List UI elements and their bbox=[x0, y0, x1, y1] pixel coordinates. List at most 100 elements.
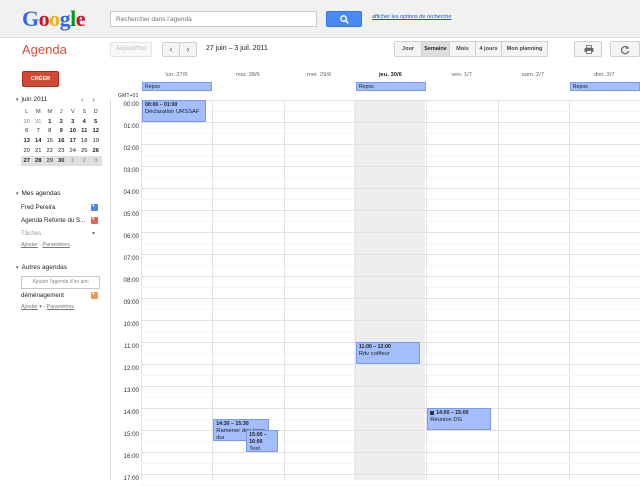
mini-calendar-day[interactable]: 28 bbox=[32, 155, 44, 166]
hour-label: 01:00 bbox=[123, 123, 139, 130]
calendar-item-demenagement[interactable]: déménagement bbox=[21, 292, 97, 299]
calendar-item-agenda-refonte[interactable]: Agenda Refonte du S... bbox=[21, 217, 97, 224]
mini-calendar-day[interactable]: 26 bbox=[90, 146, 102, 156]
mini-calendar-day[interactable]: 2 bbox=[78, 155, 90, 166]
event-title: Déclaration URSSAF bbox=[145, 109, 200, 115]
my-calendars-header[interactable]: ▼ Mes agendas bbox=[15, 190, 61, 197]
calendar-item-tasks[interactable]: Tâches bbox=[21, 230, 97, 237]
calendar-event[interactable]: 14:00 – 15:00 Réunion DG bbox=[427, 408, 492, 430]
mini-calendar-prev-button[interactable]: ‹ bbox=[81, 95, 84, 104]
day-column-divider bbox=[568, 100, 570, 480]
day-column-divider bbox=[497, 100, 499, 480]
mini-calendar-day[interactable]: 5 bbox=[90, 117, 102, 127]
all-day-event[interactable]: Repos bbox=[355, 82, 426, 91]
mini-calendar-day[interactable]: 22 bbox=[44, 146, 56, 156]
view-tab-jour[interactable]: Jour bbox=[394, 41, 422, 57]
google-logo[interactable]: Google bbox=[22, 7, 86, 31]
add-other-calendar-link[interactable]: Ajouter bbox=[21, 304, 38, 310]
mini-calendar-day[interactable]: 13 bbox=[21, 136, 33, 146]
hour-label: 15:00 bbox=[123, 431, 139, 438]
create-event-button[interactable]: CRÉER bbox=[22, 71, 59, 87]
mini-calendar-title[interactable]: ▼ juin 2011 bbox=[15, 96, 47, 103]
mini-calendar-day[interactable]: 19 bbox=[90, 136, 102, 146]
other-calendar-settings-link[interactable]: Paramètres bbox=[47, 304, 74, 310]
calendar-settings-link[interactable]: Paramètres bbox=[43, 242, 70, 248]
calendar-event[interactable]: 11:00 – 12:00 Rdv coiffeur bbox=[355, 342, 420, 364]
search-button[interactable] bbox=[326, 11, 362, 27]
calendar-event[interactable]: 00:00 – 01:00 Déclaration URSSAF bbox=[142, 100, 206, 122]
hour-label: 13:00 bbox=[123, 387, 139, 394]
view-tab-4-jours[interactable]: 4 jours bbox=[476, 41, 502, 57]
mini-calendar-day[interactable]: 24 bbox=[67, 146, 79, 156]
other-calendars-header[interactable]: ▼ Autres agendas bbox=[15, 264, 67, 271]
day-header[interactable]: mer. 29/6 bbox=[284, 72, 355, 78]
mini-calendar-day[interactable]: 3 bbox=[90, 155, 102, 166]
mini-calendar-day[interactable]: 8 bbox=[44, 127, 56, 137]
calendar-item-fred-pereira[interactable]: Fred Pereira bbox=[21, 204, 97, 211]
mini-calendar-day[interactable]: 25 bbox=[79, 146, 91, 156]
view-tab-mon-planning[interactable]: Mon planning bbox=[502, 41, 548, 57]
refresh-button[interactable] bbox=[610, 41, 640, 57]
day-header[interactable]: ven. 1/7 bbox=[426, 72, 497, 78]
week-grid[interactable]: GMT+01 lun. 27/6 mar. 28/6 mer. 29/6 jeu. 3… bbox=[110, 60, 640, 486]
mini-calendar-day[interactable]: 14 bbox=[33, 136, 45, 146]
mini-calendar-day[interactable]: 18 bbox=[79, 136, 91, 146]
weekday-label: L bbox=[25, 108, 29, 115]
day-header[interactable]: sam. 2/7 bbox=[498, 72, 569, 78]
all-day-event[interactable]: Repos bbox=[569, 82, 640, 91]
add-calendar-link[interactable]: Ajouter bbox=[21, 242, 38, 248]
today-button[interactable]: Aujourd'hui bbox=[110, 42, 152, 57]
tasks-dropdown-icon[interactable]: ▾ bbox=[92, 230, 95, 237]
mini-calendar-day[interactable]: 16 bbox=[56, 136, 68, 146]
view-tab-semaine[interactable]: Semaine bbox=[422, 41, 450, 57]
mini-calendar-day[interactable]: 17 bbox=[67, 136, 79, 146]
day-header[interactable]: mar. 28/6 bbox=[212, 72, 283, 78]
mini-calendar-day[interactable]: 9 bbox=[56, 127, 68, 137]
mini-calendar-day[interactable]: 6 bbox=[21, 127, 33, 137]
mini-calendar-day[interactable]: 1 bbox=[67, 155, 79, 166]
mini-calendar-day[interactable]: 7 bbox=[33, 127, 45, 137]
mini-calendar-day[interactable]: 2 bbox=[56, 117, 68, 127]
mini-calendar-day[interactable]: 30 bbox=[21, 117, 33, 127]
print-button[interactable] bbox=[574, 41, 602, 57]
calendar-color-swatch[interactable]: ▾ bbox=[91, 203, 98, 211]
add-friend-calendar-input[interactable]: Ajouter l'agenda d'un ami bbox=[21, 276, 100, 289]
view-tab-mois[interactable]: Mois bbox=[450, 41, 476, 57]
search-input[interactable] bbox=[110, 11, 317, 27]
half-hour-gridline bbox=[141, 155, 640, 156]
mini-calendar-day[interactable]: 30 bbox=[55, 155, 67, 166]
previous-week-button[interactable]: ‹ bbox=[162, 42, 180, 57]
mini-calendar-day[interactable]: 29 bbox=[44, 155, 56, 166]
day-header[interactable]: lun. 27/6 bbox=[141, 72, 212, 78]
add-dropdown-icon[interactable]: ▾ bbox=[39, 304, 42, 310]
mini-calendar-day[interactable]: 20 bbox=[21, 146, 33, 156]
hour-gridline bbox=[141, 364, 640, 365]
mini-calendar-day[interactable]: 4 bbox=[79, 117, 91, 127]
mini-calendar-day[interactable]: 3 bbox=[67, 117, 79, 127]
half-hour-gridline bbox=[141, 221, 640, 222]
day-header[interactable]: dim. 3/7 bbox=[569, 72, 640, 78]
hour-label: 03:00 bbox=[123, 167, 139, 174]
hour-gridline bbox=[141, 122, 640, 123]
mini-calendar-day[interactable]: 15 bbox=[44, 136, 56, 146]
mini-calendar-day[interactable]: 23 bbox=[56, 146, 68, 156]
all-day-event[interactable]: Repos bbox=[142, 82, 212, 91]
hour-gridline bbox=[141, 474, 640, 475]
search-options-link[interactable]: afficher les options de recherche bbox=[372, 14, 451, 20]
day-column-divider bbox=[141, 100, 142, 480]
mini-calendar-day[interactable]: 11 bbox=[79, 127, 91, 137]
calendar-color-swatch[interactable]: ▾ bbox=[91, 291, 98, 299]
event-reminder-icon bbox=[430, 410, 435, 415]
next-week-button[interactable]: › bbox=[179, 42, 197, 57]
mini-calendar-day[interactable]: 31 bbox=[33, 117, 45, 127]
mini-calendar-day[interactable]: 27 bbox=[21, 155, 33, 166]
mini-calendar-day[interactable]: 10 bbox=[67, 127, 79, 137]
mini-calendar-day[interactable]: 21 bbox=[33, 146, 45, 156]
day-header[interactable]: jeu. 30/6 bbox=[355, 72, 426, 78]
calendar-event[interactable]: 15:00 – 16:00 Test bbox=[246, 430, 279, 452]
calendar-color-swatch[interactable]: ▾ bbox=[91, 216, 98, 224]
mini-calendar-day[interactable]: 12 bbox=[90, 127, 102, 137]
chevron-right-icon: › bbox=[92, 95, 95, 104]
mini-calendar-next-button[interactable]: › bbox=[92, 95, 95, 104]
mini-calendar-day[interactable]: 1 bbox=[44, 117, 56, 127]
